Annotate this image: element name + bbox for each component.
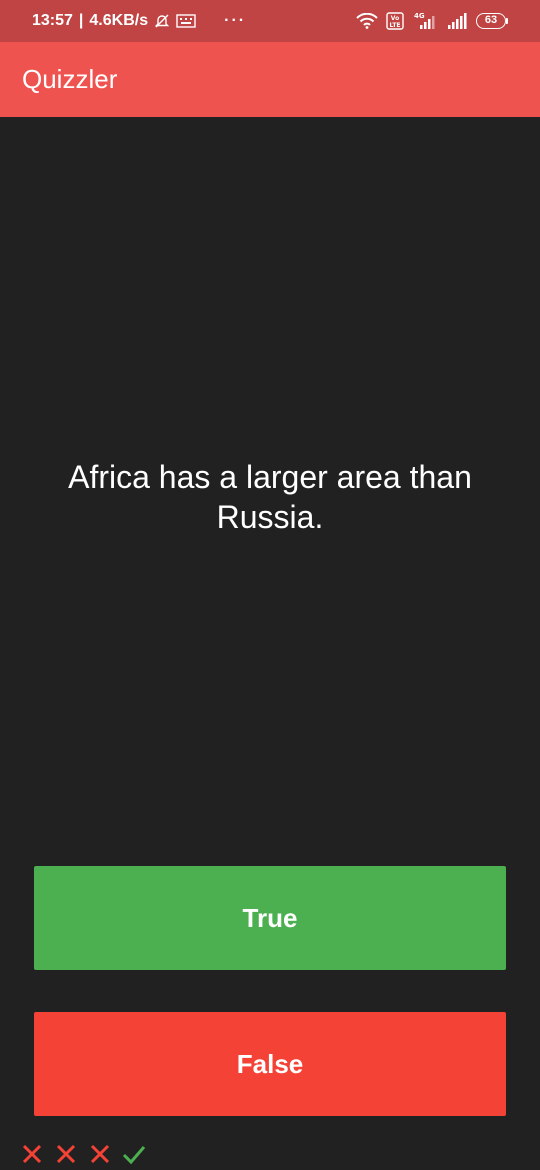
status-time: 13:57: [32, 12, 73, 29]
status-bar: 13:57 | 4.6KB/s ··· Vo LTE 4G 63: [0, 0, 540, 42]
status-separator: |: [78, 12, 84, 29]
app-bar: Quizzler: [0, 42, 540, 117]
close-icon: [18, 1140, 46, 1168]
keyboard-icon: [176, 13, 196, 29]
bell-off-icon: [154, 13, 170, 29]
question-text: Africa has a larger area than Russia.: [68, 459, 472, 535]
app-title: Quizzler: [22, 64, 118, 94]
check-icon: [120, 1140, 148, 1168]
status-right: Vo LTE 4G 63: [356, 12, 508, 30]
question-area: Africa has a larger area than Russia.: [0, 117, 540, 857]
signal-4g-icon: 4G: [412, 12, 438, 30]
battery-icon: 63: [476, 13, 508, 29]
volte-top-text: Vo: [391, 15, 399, 22]
status-left: 13:57 | 4.6KB/s ···: [32, 12, 246, 30]
score-keeper: [18, 1140, 148, 1168]
volte-bottom-text: LTE: [389, 22, 400, 29]
signal-icon: [446, 12, 468, 30]
more-notifications-icon: ···: [224, 12, 247, 29]
close-icon: [86, 1140, 114, 1168]
status-network-speed: 4.6KB/s: [89, 12, 149, 29]
close-icon: [52, 1140, 80, 1168]
battery-tip: [506, 18, 508, 24]
wifi-icon: [356, 13, 378, 29]
false-button[interactable]: False: [34, 1012, 506, 1116]
true-button[interactable]: True: [34, 866, 506, 970]
network-type-label: 4G: [414, 12, 425, 20]
volte-icon: Vo LTE: [386, 12, 404, 30]
battery-level: 63: [476, 13, 506, 29]
